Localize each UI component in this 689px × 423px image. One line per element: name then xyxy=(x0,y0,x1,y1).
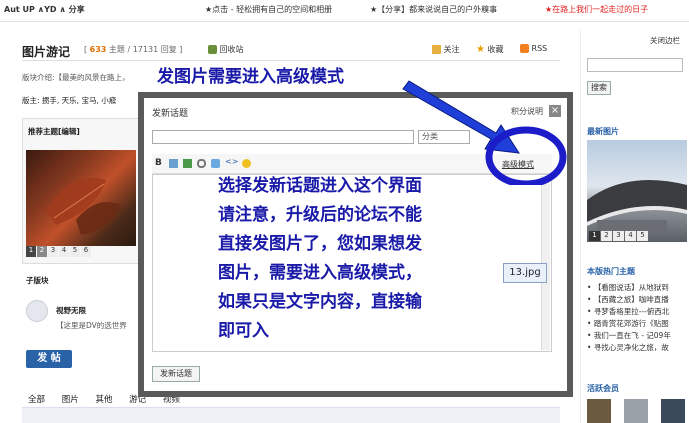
pager-item[interactable]: 4 xyxy=(59,246,69,257)
pager-item[interactable]: 5 xyxy=(70,246,80,257)
rss-button[interactable]: RSS xyxy=(520,44,547,53)
link-icon[interactable] xyxy=(197,159,206,168)
pager-item[interactable]: 5 xyxy=(637,231,648,241)
site-brand[interactable]: Aut UP ∧YD ∧ 分享 xyxy=(4,4,85,15)
hot-topics-list: • 【看图说话】从地狱到 • 【西藏之旅】咖啡直播 • 寻梦香格里拉---俯西北… xyxy=(587,282,687,354)
post-count: 17131 xyxy=(132,45,159,54)
top-link-share[interactable]: ★【分享】都来说说自己的户外糗事 xyxy=(370,4,497,15)
hot-topic-item[interactable]: • 寻找心灵净化之旅，故 xyxy=(587,342,687,354)
callout-line: 直接发图片了，您如果想发 xyxy=(218,234,422,254)
top-link-space[interactable]: ★点击 - 轻松拥有自己的空间和相册 xyxy=(205,4,332,15)
search-input[interactable] xyxy=(587,58,683,72)
subject-input[interactable] xyxy=(152,130,414,144)
hot-topic-item[interactable]: • 我们一直在飞 - 记09年 xyxy=(587,330,687,342)
quote-icon[interactable] xyxy=(211,159,220,168)
bold-icon[interactable]: B xyxy=(155,158,162,168)
member-avatar[interactable] xyxy=(587,399,611,423)
submit-topic-button[interactable]: 发新话题 xyxy=(152,366,200,382)
sub-forum-title: 子版块 xyxy=(26,276,49,285)
forum-stats: [ 633 主题 / 17131 回复 ] xyxy=(84,45,183,54)
top-bar: Aut UP ∧YD ∧ 分享 ★点击 - 轻松拥有自己的空间和相册 ★【分享】… xyxy=(0,0,689,22)
highlight-circle xyxy=(485,126,567,185)
hot-topic-item[interactable]: • 【西藏之旅】咖啡直播 xyxy=(587,294,687,306)
collect-button[interactable]: ★ 收藏 xyxy=(476,44,504,55)
pager-item[interactable]: 1 xyxy=(589,231,600,241)
active-members-title: 活跃会员 xyxy=(587,384,619,393)
follow-button[interactable]: 关注 xyxy=(432,44,460,55)
image-icon[interactable] xyxy=(183,159,192,168)
hot-topics-title: 本版热门主题 xyxy=(587,267,635,276)
arrow-icon xyxy=(402,80,520,154)
hot-topic-item[interactable]: • 踏青赏花郊游行《贴图 xyxy=(587,318,687,330)
member-avatar[interactable] xyxy=(624,399,648,423)
star-icon: ★ xyxy=(476,44,485,55)
code-icon[interactable]: <> xyxy=(225,157,238,166)
recycle-icon xyxy=(208,45,217,54)
latest-image-pager: 1 2 3 4 5 xyxy=(589,231,648,241)
file-name-tag: 13.jpg xyxy=(503,263,547,283)
sub-forum-name[interactable]: 视野无限 xyxy=(56,305,86,316)
dialog-title: 发新话题 xyxy=(152,109,189,119)
member-avatar[interactable] xyxy=(661,399,685,423)
pager-item[interactable]: 2 xyxy=(37,246,47,257)
search-button[interactable]: 搜索 xyxy=(587,81,611,95)
tab-other[interactable]: 其他 xyxy=(95,395,112,405)
topic-count: 633 xyxy=(89,45,107,54)
chat-bubble-icon xyxy=(26,300,48,322)
pager-item[interactable]: 6 xyxy=(81,246,91,257)
pager-item[interactable]: 1 xyxy=(26,246,36,257)
callout-line: 图片，需要进入高级模式， xyxy=(218,263,422,283)
callout-line: 选择发新话题进入这个界面 xyxy=(218,176,422,196)
follow-icon xyxy=(432,45,441,54)
header-divider xyxy=(22,60,560,61)
forum-intro: 版块介绍:【最美的风景在路上， xyxy=(22,73,130,82)
new-post-button[interactable]: 发 帖 xyxy=(26,350,72,368)
recommended-image[interactable] xyxy=(26,150,136,246)
callout-line: 请注意，升级后的论坛不能 xyxy=(218,205,422,225)
recommended-title[interactable]: 推荐主题[编辑] xyxy=(28,126,80,137)
recycle-bin-link[interactable]: 回收站 xyxy=(208,44,244,55)
pager-item[interactable]: 2 xyxy=(601,231,612,241)
callout-instructions: 选择发新话题进入这个界面 请注意，升级后的论坛不能 直接发图片了，您如果想发 图… xyxy=(218,172,422,346)
leaf-photo xyxy=(46,178,121,235)
pager-item[interactable]: 4 xyxy=(625,231,636,241)
callout-title: 发图片需要进入高级模式 xyxy=(157,67,344,87)
temple-roof-photo xyxy=(587,180,687,234)
sub-forum-desc: 【这里是DV的选世界 xyxy=(56,321,127,330)
callout-line: 即可入 xyxy=(218,321,269,341)
moderators: 版主: 掼手, 天乐, 宝马, 小瘊 xyxy=(22,96,117,105)
annotation-arrow-and-circle xyxy=(402,80,567,185)
tab-images[interactable]: 图片 xyxy=(62,395,79,405)
latest-images-title: 最新图片 xyxy=(587,127,619,136)
smiley-icon[interactable] xyxy=(242,159,251,168)
color-icon[interactable] xyxy=(169,159,178,168)
latest-image[interactable] xyxy=(587,140,687,242)
page-title: 图片游记 xyxy=(22,45,71,59)
close-sidebar-link[interactable]: 关闭边栏 xyxy=(650,35,680,46)
hot-topic-item[interactable]: • 寻梦香格里拉---俯西北 xyxy=(587,306,687,318)
rss-icon xyxy=(520,44,529,53)
top-link-journey[interactable]: ★在路上我们一起走过的日子 xyxy=(545,4,648,15)
callout-line: 如果只是文字内容，直接输 xyxy=(218,292,422,312)
thread-list-header xyxy=(22,407,560,423)
pager-item[interactable]: 3 xyxy=(613,231,624,241)
pager-item[interactable]: 3 xyxy=(48,246,58,257)
tab-all[interactable]: 全部 xyxy=(28,395,45,405)
recommended-pager: 1 2 3 4 5 6 xyxy=(26,246,91,258)
hot-topic-item[interactable]: • 【看图说话】从地狱到 xyxy=(587,282,687,294)
